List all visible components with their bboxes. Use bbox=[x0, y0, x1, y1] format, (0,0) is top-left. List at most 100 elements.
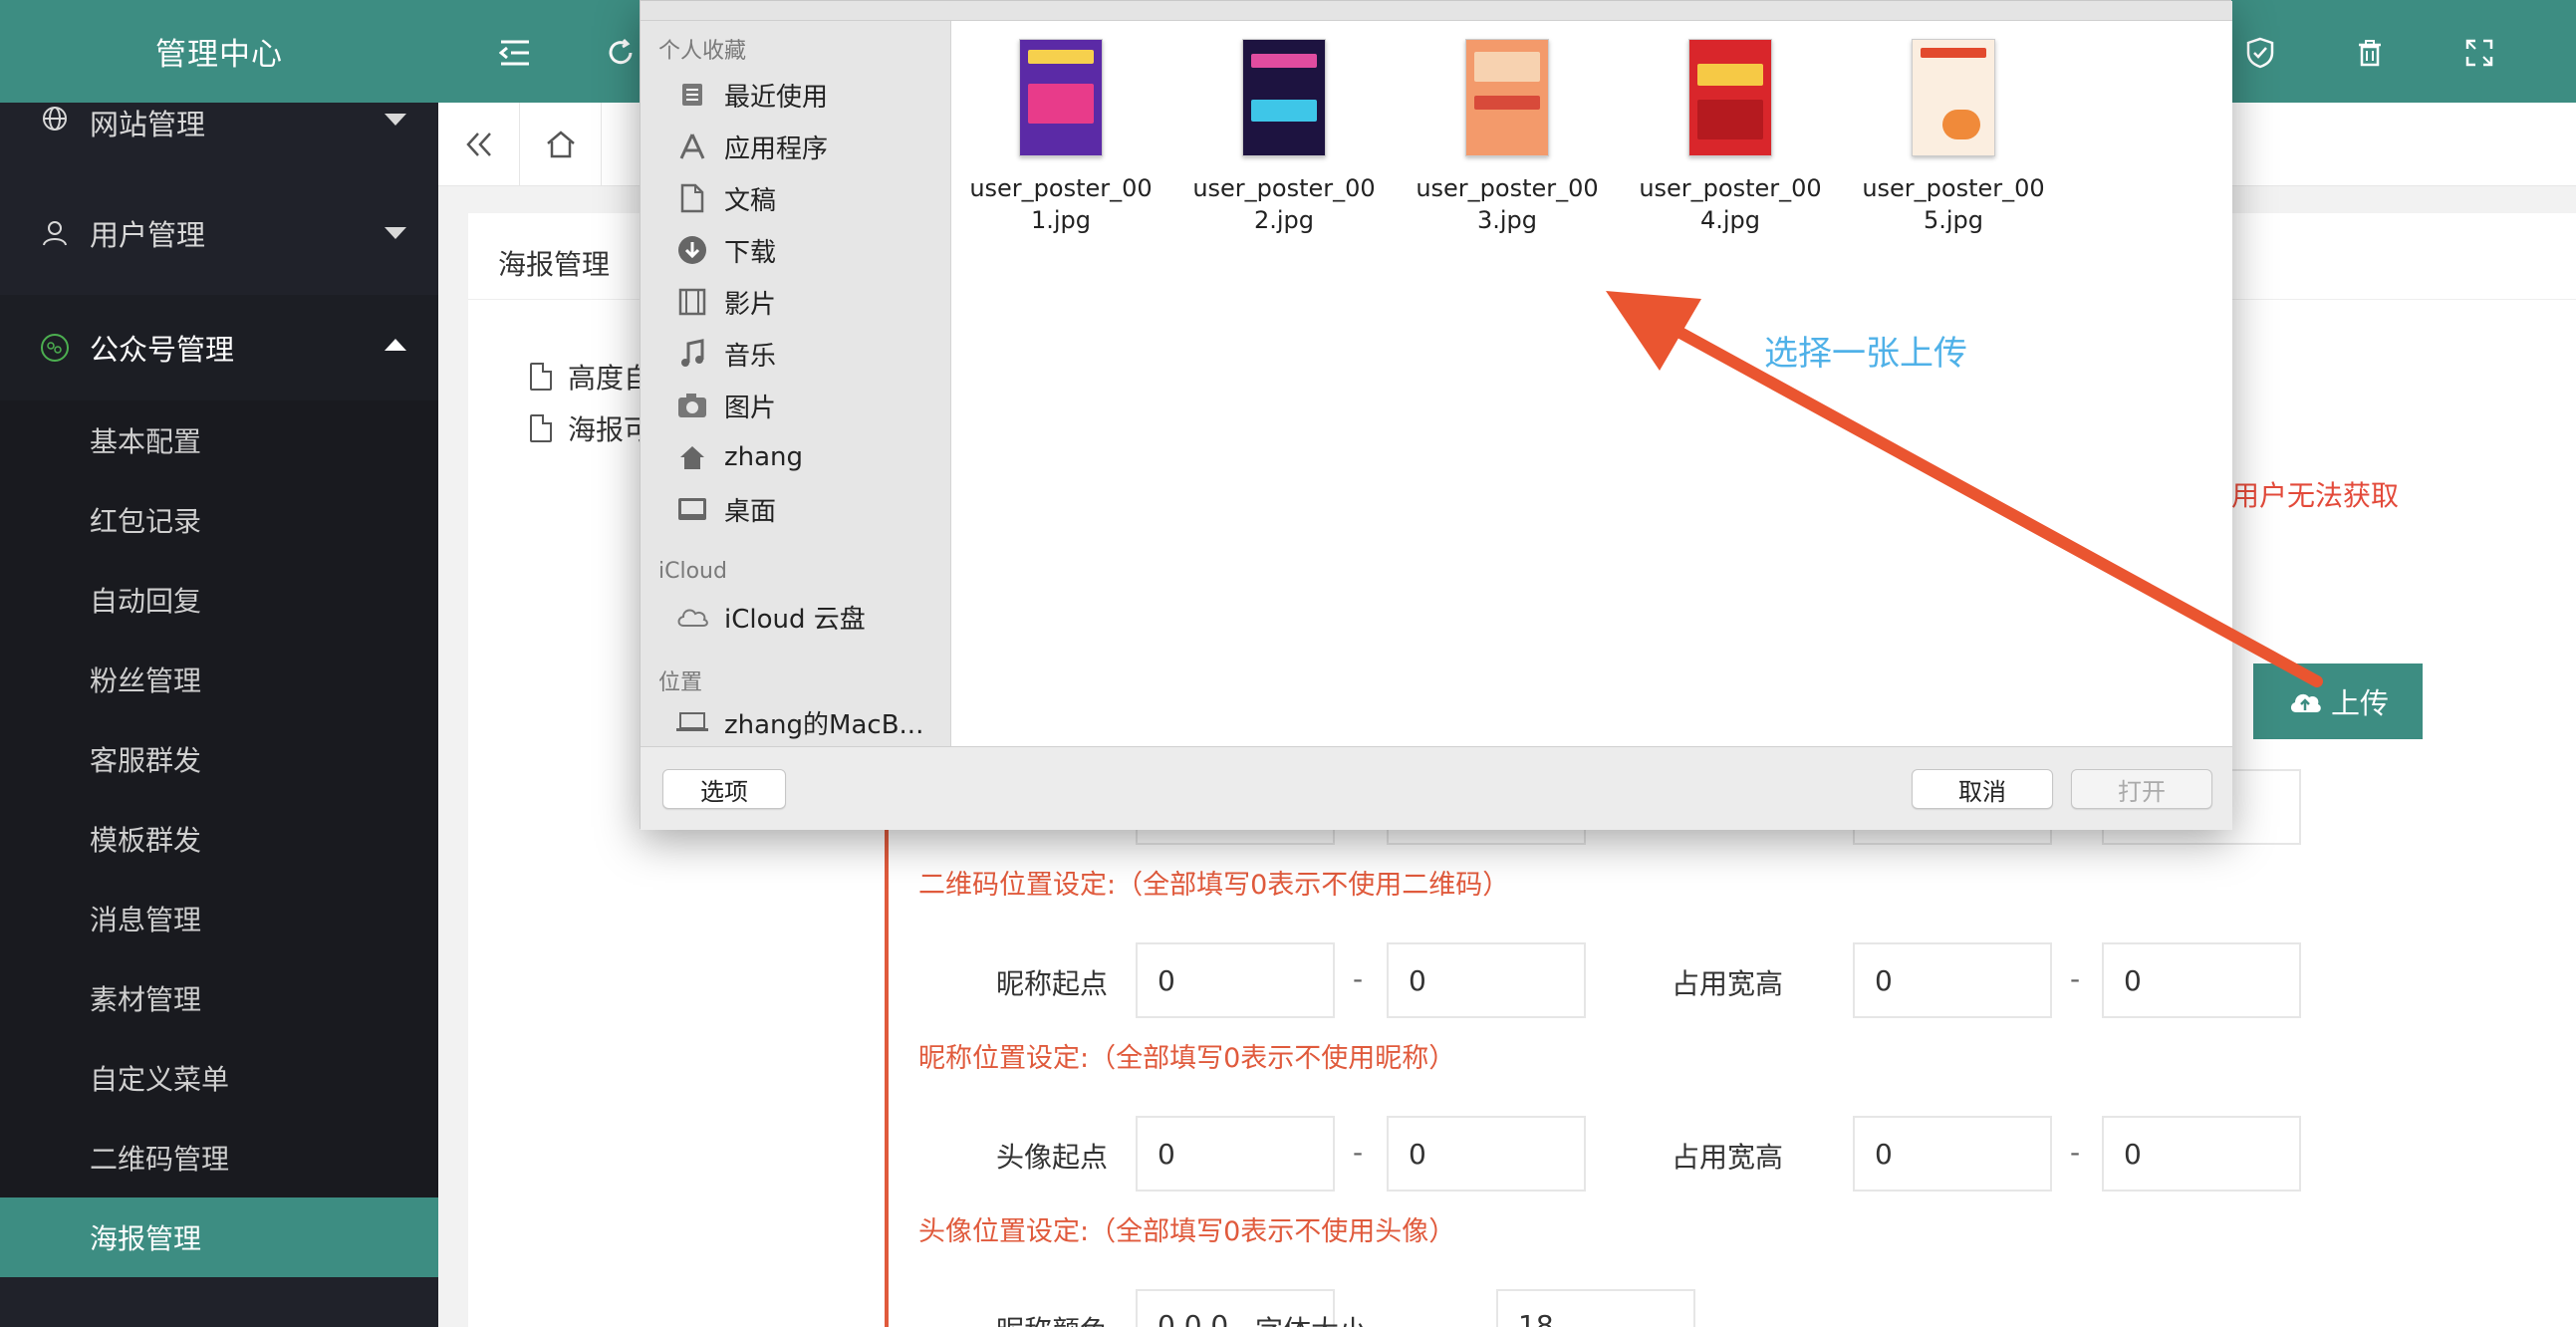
file-item[interactable]: user_poster_002.jpg bbox=[1184, 39, 1384, 236]
tabs-scroll-left-icon[interactable] bbox=[438, 103, 520, 186]
recents-icon bbox=[674, 78, 710, 112]
qrcode-hint: 二维码位置设定:（全部填写0表示不使用二维码） bbox=[918, 870, 1510, 901]
avatar-width-input[interactable]: 0 bbox=[1853, 1116, 2052, 1192]
upload-label: 上传 bbox=[2330, 686, 2389, 720]
sidebar-item-label: zhang bbox=[724, 442, 804, 472]
chevron-down-icon bbox=[385, 227, 406, 239]
font-size-label: 字体大小 bbox=[1167, 1309, 1367, 1327]
sidebar-group-users[interactable]: 用户管理 bbox=[0, 183, 438, 283]
home-tab-icon[interactable] bbox=[520, 103, 602, 186]
tree-item[interactable]: 高度自 bbox=[530, 357, 651, 397]
thumb-band bbox=[1942, 110, 1980, 139]
menu-fold-icon[interactable] bbox=[498, 36, 532, 70]
dialog-toolbar bbox=[641, 1, 2232, 21]
thumb-band bbox=[1028, 50, 1094, 64]
file-item[interactable]: user_poster_001.jpg bbox=[961, 39, 1160, 236]
sidebar-item-label: 应用程序 bbox=[724, 133, 829, 164]
nickname-height-input[interactable]: 0 bbox=[2102, 942, 2301, 1018]
refresh-icon[interactable] bbox=[604, 36, 638, 70]
sidebar-submenu: 基本配置 红包记录 自动回复 粉丝管理 客服群发 模板群发 消息管理 素材管理 … bbox=[0, 400, 438, 1277]
nickname-y-input[interactable]: 0 bbox=[1387, 942, 1586, 1018]
open-button[interactable]: 打开 bbox=[2071, 769, 2212, 809]
font-size-input[interactable]: 18 bbox=[1496, 1289, 1695, 1327]
nickname-hint: 昵称位置设定:（全部填写0表示不使用昵称） bbox=[918, 1043, 1456, 1074]
sidebar-item-messages[interactable]: 消息管理 bbox=[0, 879, 438, 958]
avatar-y-input[interactable]: 0 bbox=[1387, 1116, 1586, 1192]
sidebar-item-poster[interactable]: 海报管理 bbox=[0, 1197, 438, 1277]
nickname-start-label: 昵称起点 bbox=[995, 967, 1108, 1000]
nickname-size-label: 占用宽高 bbox=[1671, 967, 1783, 1000]
tree-item[interactable]: 海报可 bbox=[530, 408, 651, 448]
document-icon bbox=[530, 363, 552, 391]
sidebar-item-red-packet[interactable]: 红包记录 bbox=[0, 480, 438, 560]
sidebar-item-template-broadcast[interactable]: 模板群发 bbox=[0, 799, 438, 879]
sidebar-item-materials[interactable]: 素材管理 bbox=[0, 958, 438, 1038]
image-thumbnail bbox=[1465, 39, 1549, 156]
sidebar-item-label: 文稿 bbox=[724, 185, 777, 216]
file-name: user_poster_002.jpg bbox=[1192, 174, 1376, 234]
sidebar-group-wechat[interactable]: 公众号管理 bbox=[0, 295, 438, 400]
sidebar-item-auto-reply[interactable]: 自动回复 bbox=[0, 560, 438, 640]
movies-icon bbox=[674, 285, 710, 319]
fullscreen-icon[interactable] bbox=[2462, 36, 2496, 70]
desktop-icon bbox=[674, 492, 710, 526]
sidebar-item-label: 桌面 bbox=[724, 496, 777, 527]
options-button[interactable]: 选项 bbox=[662, 769, 786, 809]
applications-icon bbox=[674, 130, 710, 163]
avatar-height-input[interactable]: 0 bbox=[2102, 1116, 2301, 1192]
sidebar-item-recents[interactable]: 最近使用 bbox=[674, 71, 828, 119]
sidebar-footer bbox=[0, 1295, 438, 1327]
sidebar-item-basic-config[interactable]: 基本配置 bbox=[0, 400, 438, 480]
sidebar-item-home[interactable]: zhang bbox=[674, 433, 803, 481]
section-favorites: 个人收藏 bbox=[658, 39, 747, 64]
globe-icon bbox=[38, 102, 72, 135]
sidebar: 管理中心 网站管理 用户管理 公众号管理 基本配置 红包记录 自动回复 粉丝管理… bbox=[0, 0, 438, 1327]
avatar-start-label: 头像起点 bbox=[995, 1141, 1108, 1174]
documents-icon bbox=[674, 181, 710, 215]
upload-button[interactable]: 上传 bbox=[2253, 664, 2423, 739]
range-dash: - bbox=[1353, 1136, 1364, 1169]
avatar-x-input[interactable]: 0 bbox=[1136, 1116, 1335, 1192]
thumb-band bbox=[1251, 54, 1317, 68]
hint-text: 用户无法获取 bbox=[2231, 479, 2400, 512]
sidebar-item-downloads[interactable]: 下载 bbox=[674, 226, 776, 274]
sidebar-item-desktop[interactable]: 桌面 bbox=[674, 485, 776, 533]
section-icloud: iCloud bbox=[658, 559, 727, 584]
sidebar-item-icloud-drive[interactable]: iCloud 云盘 bbox=[674, 593, 866, 641]
sidebar-item-label: 图片 bbox=[724, 393, 777, 423]
sidebar-item-applications[interactable]: 应用程序 bbox=[674, 123, 828, 170]
file-item[interactable]: user_poster_003.jpg bbox=[1408, 39, 1607, 236]
thumb-band bbox=[1697, 100, 1763, 139]
sidebar-item-custom-menu[interactable]: 自定义菜单 bbox=[0, 1038, 438, 1118]
range-dash: - bbox=[1353, 962, 1364, 995]
chevron-up-icon bbox=[385, 339, 406, 351]
cancel-button[interactable]: 取消 bbox=[1912, 769, 2053, 809]
sidebar-item-movies[interactable]: 影片 bbox=[674, 278, 776, 326]
dialog-footer: 选项 取消 打开 bbox=[641, 746, 2232, 830]
avatar-hint: 头像位置设定:（全部填写0表示不使用头像） bbox=[918, 1216, 1456, 1247]
file-item[interactable]: user_poster_004.jpg bbox=[1631, 39, 1830, 236]
image-thumbnail bbox=[1242, 39, 1326, 156]
thumb-band bbox=[1028, 84, 1094, 124]
image-thumbnail bbox=[1912, 39, 1995, 156]
sidebar-group-website[interactable]: 网站管理 bbox=[0, 72, 438, 171]
sidebar-item-qrcode[interactable]: 二维码管理 bbox=[0, 1118, 438, 1197]
nickname-color-label: 昵称颜色 bbox=[908, 1309, 1108, 1327]
file-item[interactable]: user_poster_005.jpg bbox=[1854, 39, 2053, 236]
sidebar-group-label: 网站管理 bbox=[90, 108, 206, 141]
sidebar-item-music[interactable]: 音乐 bbox=[674, 330, 776, 378]
home-icon bbox=[674, 440, 710, 474]
sidebar-item-fans[interactable]: 粉丝管理 bbox=[0, 640, 438, 719]
nickname-width-input[interactable]: 0 bbox=[1853, 942, 2052, 1018]
document-icon bbox=[530, 414, 552, 442]
thumb-band bbox=[1921, 48, 1986, 58]
trash-icon[interactable] bbox=[2353, 36, 2387, 70]
nickname-x-input[interactable]: 0 bbox=[1136, 942, 1335, 1018]
sidebar-item-documents[interactable]: 文稿 bbox=[674, 174, 776, 222]
thumb-band bbox=[1251, 100, 1317, 122]
shield-check-icon[interactable] bbox=[2243, 36, 2277, 70]
sidebar-item-label: 下载 bbox=[724, 237, 777, 268]
sidebar-item-service-broadcast[interactable]: 客服群发 bbox=[0, 719, 438, 799]
sidebar-item-macbook[interactable]: zhang的MacB... bbox=[674, 698, 923, 746]
sidebar-item-pictures[interactable]: 图片 bbox=[674, 382, 776, 429]
